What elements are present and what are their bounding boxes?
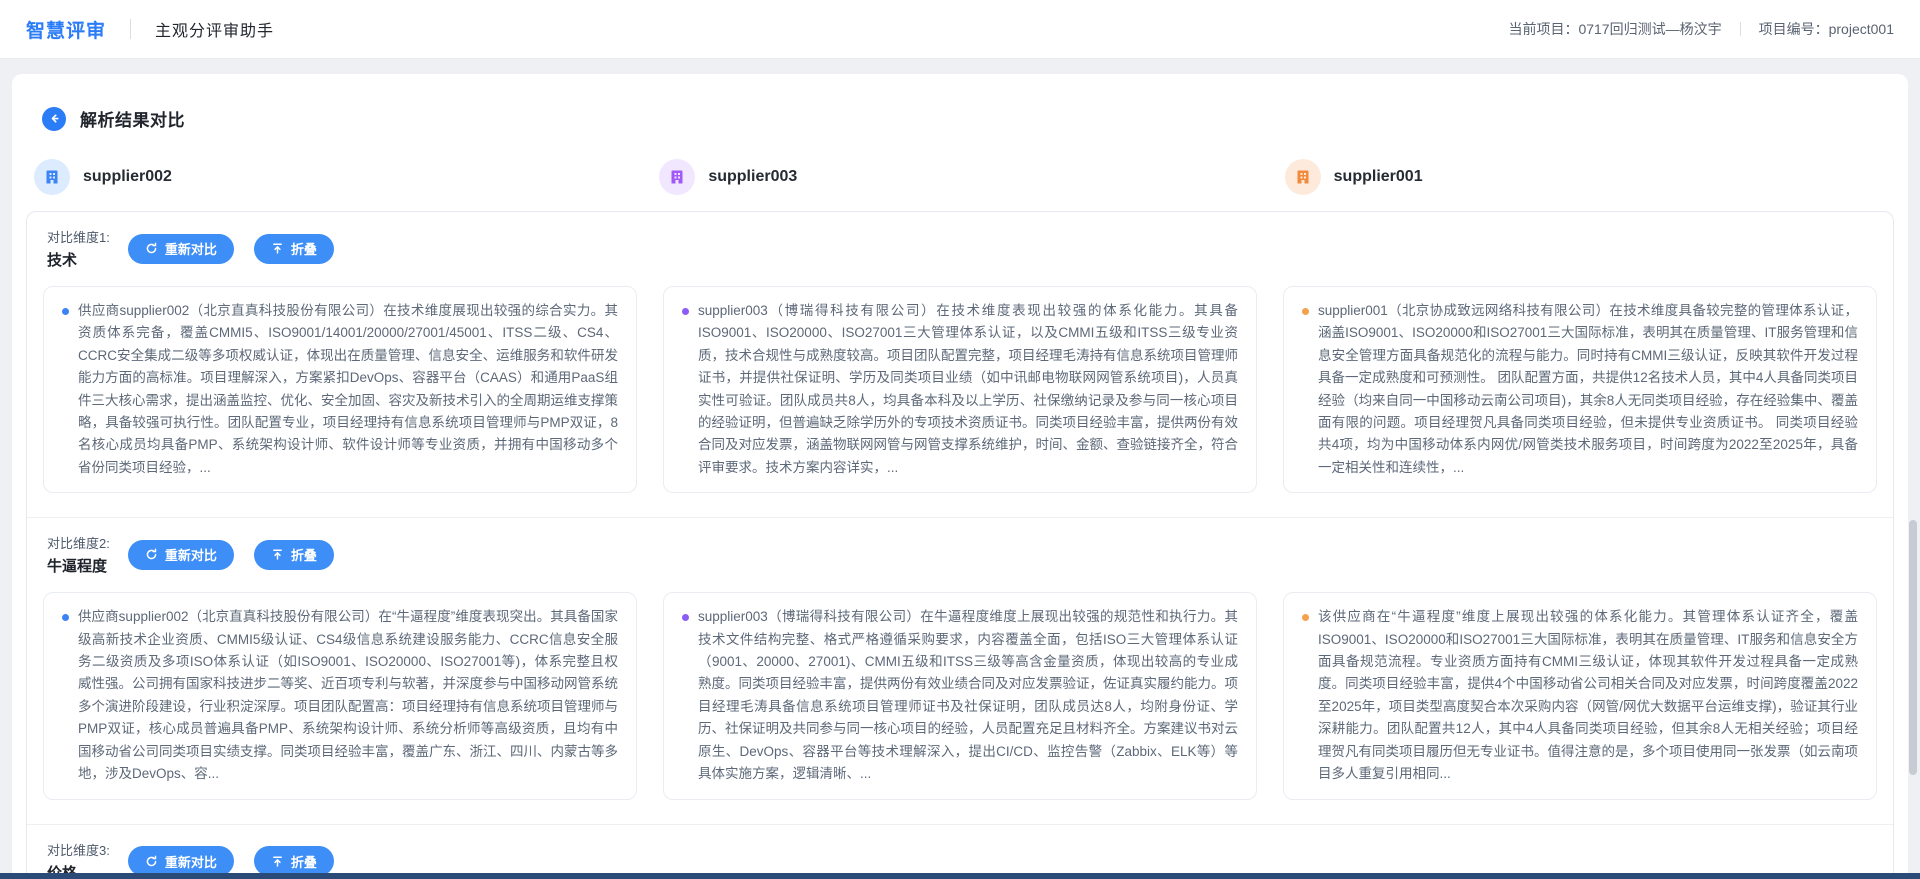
supplier-header-supplier002: supplier002 bbox=[28, 159, 627, 195]
supplier-name: supplier003 bbox=[708, 168, 797, 186]
main-panel: 解析结果对比 supplier002 supplier003 supplier0… bbox=[12, 74, 1908, 879]
supplier-header-supplier001: supplier001 bbox=[1279, 159, 1878, 195]
section-dimension-3: 对比维度3: 价格 重新对比 折叠 bbox=[27, 824, 1893, 879]
analysis-text: supplier003（博瑞得科技有限公司）在技术维度表现出较强的体系化能力。其… bbox=[698, 300, 1238, 479]
back-button[interactable] bbox=[42, 107, 66, 131]
analysis-card-supplier003: supplier003（博瑞得科技有限公司）在技术维度表现出较强的体系化能力。其… bbox=[663, 286, 1257, 493]
vertical-scrollbar-thumb[interactable] bbox=[1909, 520, 1917, 775]
analysis-card-supplier002: 供应商supplier002（北京直真科技股份有限公司）在技术维度展现出较强的综… bbox=[43, 286, 637, 493]
supplier-header-row: supplier002 supplier003 supplier001 bbox=[26, 159, 1894, 195]
page-title: 解析结果对比 bbox=[80, 106, 185, 131]
analysis-text: 供应商supplier002（北京直真科技股份有限公司）在“牛逼程度”维度表现突… bbox=[78, 606, 618, 785]
analysis-text: 供应商supplier002（北京直真科技股份有限公司）在技术维度展现出较强的综… bbox=[78, 300, 618, 479]
topbar: 智慧评审 主观分评审助手 当前项目：0717回归测试—杨汶宇 项目编号：proj… bbox=[0, 0, 1920, 59]
refresh-icon bbox=[145, 855, 158, 868]
analysis-text: supplier001（北京协成致远网络科技有限公司）在技术维度具备较完整的管理… bbox=[1318, 300, 1858, 479]
arrow-up-to-line-icon bbox=[271, 242, 284, 255]
analysis-card-supplier003: supplier003（博瑞得科技有限公司）在牛逼程度维度上展现出较强的规范性和… bbox=[663, 592, 1257, 799]
arrow-up-to-line-icon bbox=[271, 548, 284, 561]
analysis-text: 该供应商在“牛逼程度”维度上展现出较强的体系化能力。其管理体系认证齐全，覆盖IS… bbox=[1318, 606, 1858, 785]
header-right-divider bbox=[1740, 22, 1741, 36]
building-icon bbox=[34, 159, 70, 195]
analysis-card-supplier002: 供应商supplier002（北京直真科技股份有限公司）在“牛逼程度”维度表现突… bbox=[43, 592, 637, 799]
comparison-sections-container: 对比维度1: 技术 重新对比 折叠 bbox=[26, 211, 1894, 879]
supplier-name: supplier002 bbox=[83, 168, 172, 186]
building-icon bbox=[659, 159, 695, 195]
dimension-index-label: 对比维度1: bbox=[47, 227, 110, 246]
analysis-text: supplier003（博瑞得科技有限公司）在牛逼程度维度上展现出较强的规范性和… bbox=[698, 606, 1238, 785]
arrow-left-icon bbox=[48, 112, 61, 125]
collapse-button[interactable]: 折叠 bbox=[254, 846, 334, 876]
recompare-button[interactable]: 重新对比 bbox=[128, 846, 234, 876]
bottom-edge-bar bbox=[0, 873, 1920, 879]
section-dimension-1: 对比维度1: 技术 重新对比 折叠 bbox=[27, 212, 1893, 517]
analysis-card-supplier001: supplier001（北京协成致远网络科技有限公司）在技术维度具备较完整的管理… bbox=[1283, 286, 1877, 493]
cards-row: 供应商supplier002（北京直真科技股份有限公司）在技术维度展现出较强的综… bbox=[27, 282, 1893, 517]
supplier-name: supplier001 bbox=[1334, 168, 1423, 186]
current-project-label: 当前项目：0717回归测试—杨汶宇 bbox=[1508, 19, 1721, 39]
building-icon bbox=[1285, 159, 1321, 195]
recompare-button[interactable]: 重新对比 bbox=[128, 234, 234, 264]
arrow-up-to-line-icon bbox=[271, 855, 284, 868]
project-code-label: 项目编号：project001 bbox=[1759, 19, 1894, 39]
bullet-dot-icon bbox=[682, 308, 689, 315]
header-divider bbox=[130, 19, 131, 39]
refresh-icon bbox=[145, 242, 158, 255]
analysis-card-supplier001: 该供应商在“牛逼程度”维度上展现出较强的体系化能力。其管理体系认证齐全，覆盖IS… bbox=[1283, 592, 1877, 799]
dimension-name: 技术 bbox=[47, 249, 110, 270]
section-dimension-2: 对比维度2: 牛逼程度 重新对比 折叠 bbox=[27, 517, 1893, 823]
dimension-index-label: 对比维度2: bbox=[47, 533, 110, 552]
section-header: 对比维度3: 价格 重新对比 折叠 bbox=[27, 825, 1893, 879]
bullet-dot-icon bbox=[62, 308, 69, 315]
collapse-button[interactable]: 折叠 bbox=[254, 234, 334, 264]
recompare-button[interactable]: 重新对比 bbox=[128, 540, 234, 570]
collapse-button[interactable]: 折叠 bbox=[254, 540, 334, 570]
page-subtitle: 主观分评审助手 bbox=[155, 17, 274, 41]
supplier-header-supplier003: supplier003 bbox=[653, 159, 1252, 195]
section-header: 对比维度1: 技术 重新对比 折叠 bbox=[27, 212, 1893, 282]
dimension-label-block: 对比维度1: 技术 bbox=[47, 227, 110, 270]
section-header: 对比维度2: 牛逼程度 重新对比 折叠 bbox=[27, 518, 1893, 588]
dimension-name: 牛逼程度 bbox=[47, 555, 110, 576]
bullet-dot-icon bbox=[1302, 614, 1309, 621]
bullet-dot-icon bbox=[682, 614, 689, 621]
cards-row: 供应商supplier002（北京直真科技股份有限公司）在“牛逼程度”维度表现突… bbox=[27, 588, 1893, 823]
dimension-index-label: 对比维度3: bbox=[47, 840, 110, 859]
bullet-dot-icon bbox=[62, 614, 69, 621]
app-brand[interactable]: 智慧评审 bbox=[26, 16, 106, 43]
refresh-icon bbox=[145, 548, 158, 561]
bullet-dot-icon bbox=[1302, 308, 1309, 315]
section-title-row: 解析结果对比 bbox=[42, 106, 1894, 131]
dimension-label-block: 对比维度2: 牛逼程度 bbox=[47, 533, 110, 576]
